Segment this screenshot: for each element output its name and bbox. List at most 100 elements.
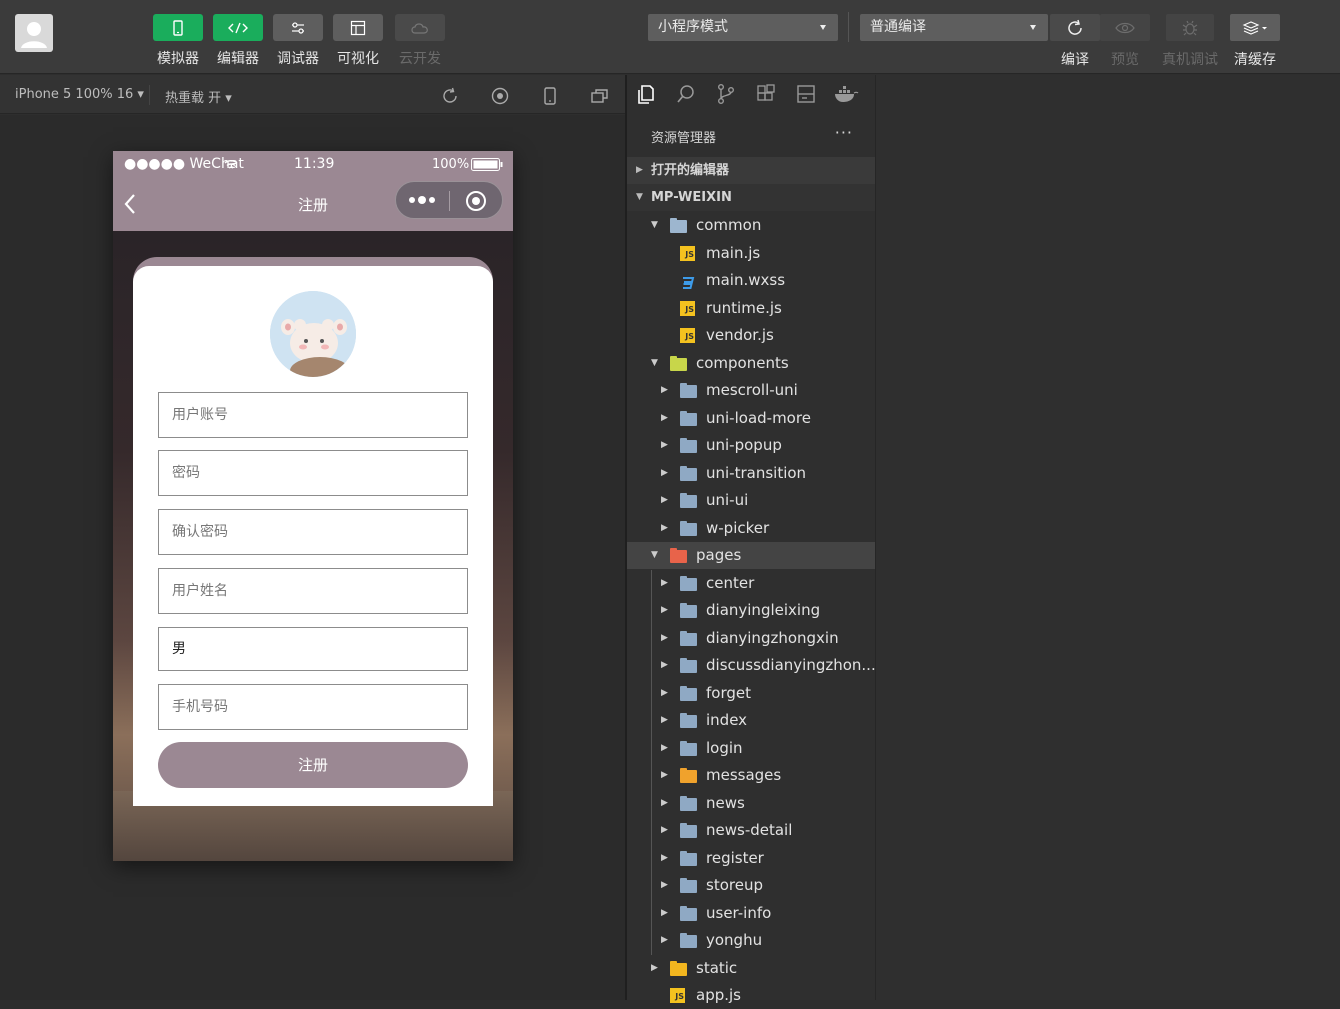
preview-button[interactable]: 预览 <box>1100 14 1150 69</box>
tree-item-news[interactable]: ▶ news <box>627 790 875 817</box>
tree-item-pages[interactable]: ▼ pages <box>627 542 875 569</box>
search-icon[interactable] <box>675 83 697 105</box>
tree-item-dianyingzhongxin[interactable]: ▶ dianyingzhongxin <box>627 625 875 652</box>
avatar[interactable] <box>270 291 356 377</box>
tree-item-user-info[interactable]: ▶ user-info <box>627 900 875 927</box>
tree-item-label: dianyingleixing <box>706 601 821 619</box>
tree-item-discussdianyingzhon[interactable]: ▶ discussdianyingzhon... <box>627 652 875 679</box>
pages-folder-icon <box>670 548 687 563</box>
tree-item-label: discussdianyingzhon... <box>706 656 875 674</box>
tree-item-runtime-js[interactable]: JS runtime.js <box>627 295 875 322</box>
tree-item-index[interactable]: ▶ index <box>627 707 875 734</box>
tree-item-label: components <box>696 353 789 372</box>
folder-icon <box>680 410 697 426</box>
user-avatar[interactable] <box>15 14 53 52</box>
tree-item-static[interactable]: ▶ static <box>627 955 875 982</box>
mode-select[interactable]: 小程序模式 <box>648 14 838 41</box>
chevron-down-icon: ▼ <box>651 550 658 560</box>
toolbar-divider <box>848 12 849 42</box>
tree-item-yonghu[interactable]: ▶ yonghu <box>627 927 875 954</box>
folder-icon <box>680 658 697 673</box>
docker-icon[interactable] <box>833 83 859 105</box>
clear-cache-button[interactable]: 清缓存 <box>1230 14 1280 69</box>
simulator-toggle[interactable]: 模拟器 <box>153 14 203 68</box>
account-field[interactable]: 用户账号 <box>158 392 468 438</box>
register-button[interactable]: 注册 <box>158 742 468 788</box>
phone-icon <box>173 19 183 36</box>
compile-button[interactable]: 编译 <box>1050 14 1100 69</box>
git-branch-icon[interactable] <box>715 83 737 105</box>
device-select[interactable]: iPhone 5 100% 16 ▾ <box>15 87 144 102</box>
folder-icon <box>680 850 697 866</box>
tree-item-dianyingleixing[interactable]: ▶ dianyingleixing <box>627 597 875 624</box>
mode-select-value: 小程序模式 <box>658 19 728 35</box>
layers-icon <box>1242 20 1267 35</box>
tree-item-label: yonghu <box>706 931 763 949</box>
chevron-right-icon: ▶ <box>636 165 643 175</box>
tree-item-uni-ui[interactable]: ▶ uni-ui <box>627 487 875 514</box>
extensions-icon[interactable] <box>755 83 777 105</box>
cloud-dev-toggle[interactable]: 云开发 <box>395 14 445 68</box>
tree-item-main-js[interactable]: JS main.js <box>627 240 875 267</box>
name-field[interactable]: 用户姓名 <box>158 568 468 614</box>
rotate-icon[interactable] <box>440 86 460 106</box>
name-placeholder: 用户姓名 <box>172 583 228 599</box>
chevron-right-icon: ▶ <box>661 825 668 835</box>
storage-icon[interactable] <box>795 83 817 105</box>
phone-number-field[interactable]: 手机号码 <box>158 684 468 730</box>
indent-guide <box>651 569 652 955</box>
tree-item-components[interactable]: ▼ components <box>627 350 875 377</box>
compile-select-value: 普通编译 <box>870 19 926 35</box>
gender-picker[interactable]: 男 <box>158 627 468 671</box>
chevron-right-icon: ▶ <box>651 962 658 973</box>
compile-select[interactable]: 普通编译 <box>860 14 1048 41</box>
phone-icon[interactable] <box>540 86 560 106</box>
detach-window-icon[interactable] <box>590 86 610 106</box>
tree-item-mescroll-uni[interactable]: ▶ mescroll-uni <box>627 377 875 404</box>
battery-icon <box>471 158 503 171</box>
remote-debug-button[interactable]: 真机调试 <box>1158 14 1222 69</box>
more-dots-icon[interactable] <box>408 195 438 205</box>
tree-item-common[interactable]: ▼ common <box>627 212 875 239</box>
confirm-password-field[interactable]: 确认密码 <box>158 509 468 555</box>
tree-item-storeup[interactable]: ▶ storeup <box>627 872 875 899</box>
tree-item-news-detail[interactable]: ▶ news-detail <box>627 817 875 844</box>
record-icon[interactable] <box>490 86 510 106</box>
debugger-toggle[interactable]: 调试器 <box>273 14 323 68</box>
tree-item-forget[interactable]: ▶ forget <box>627 680 875 707</box>
open-editors-section[interactable]: ▶ 打开的编辑器 <box>627 157 875 184</box>
explorer-panel: 资源管理器 ··· ▶ 打开的编辑器 ▼ MP-WEIXIN ▼ common JS ma… <box>627 75 875 1004</box>
files-icon[interactable] <box>635 83 657 105</box>
chevron-down-icon: ▼ <box>636 192 643 202</box>
tree-item-label: news <box>706 793 745 812</box>
tree-item-w-picker[interactable]: ▶ w-picker <box>627 515 875 542</box>
editor-toggle[interactable]: 编辑器 <box>213 14 263 68</box>
tree-item-label: vendor.js <box>706 326 774 344</box>
project-section[interactable]: ▼ MP-WEIXIN <box>627 184 875 211</box>
tree-item-center[interactable]: ▶ center <box>627 570 875 597</box>
account-placeholder: 用户账号 <box>172 407 228 423</box>
tree-item-app-js[interactable]: JS app.js <box>627 982 875 1009</box>
eye-icon <box>1115 22 1135 33</box>
hot-reload-toggle[interactable]: 热重载 开 ▾ <box>165 87 232 106</box>
tree-item-main-wxss[interactable]: main.wxss <box>627 267 875 294</box>
tree-item-login[interactable]: ▶ login <box>627 735 875 762</box>
chevron-right-icon: ▶ <box>661 467 668 478</box>
folder-icon <box>680 823 697 838</box>
tree-item-uni-popup[interactable]: ▶ uni-popup <box>627 432 875 459</box>
password-field[interactable]: 密码 <box>158 450 468 496</box>
folder-icon <box>680 383 697 398</box>
tree-item-uni-load-more[interactable]: ▶ uni-load-more <box>627 405 875 432</box>
close-target-icon[interactable] <box>465 190 487 212</box>
tree-item-vendor-js[interactable]: JS vendor.js <box>627 322 875 349</box>
more-actions-button[interactable]: ··· <box>835 123 853 142</box>
confirm-password-placeholder: 确认密码 <box>172 524 228 540</box>
tree-item-uni-transition[interactable]: ▶ uni-transition <box>627 460 875 487</box>
tree-item-register[interactable]: ▶ register <box>627 845 875 872</box>
static-folder-icon <box>670 960 687 976</box>
explorer-title: 资源管理器 <box>651 131 717 146</box>
sliders-icon <box>292 21 304 34</box>
password-placeholder: 密码 <box>172 465 200 481</box>
tree-item-messages[interactable]: ▶ messages <box>627 762 875 789</box>
visual-toggle[interactable]: 可视化 <box>333 14 383 68</box>
